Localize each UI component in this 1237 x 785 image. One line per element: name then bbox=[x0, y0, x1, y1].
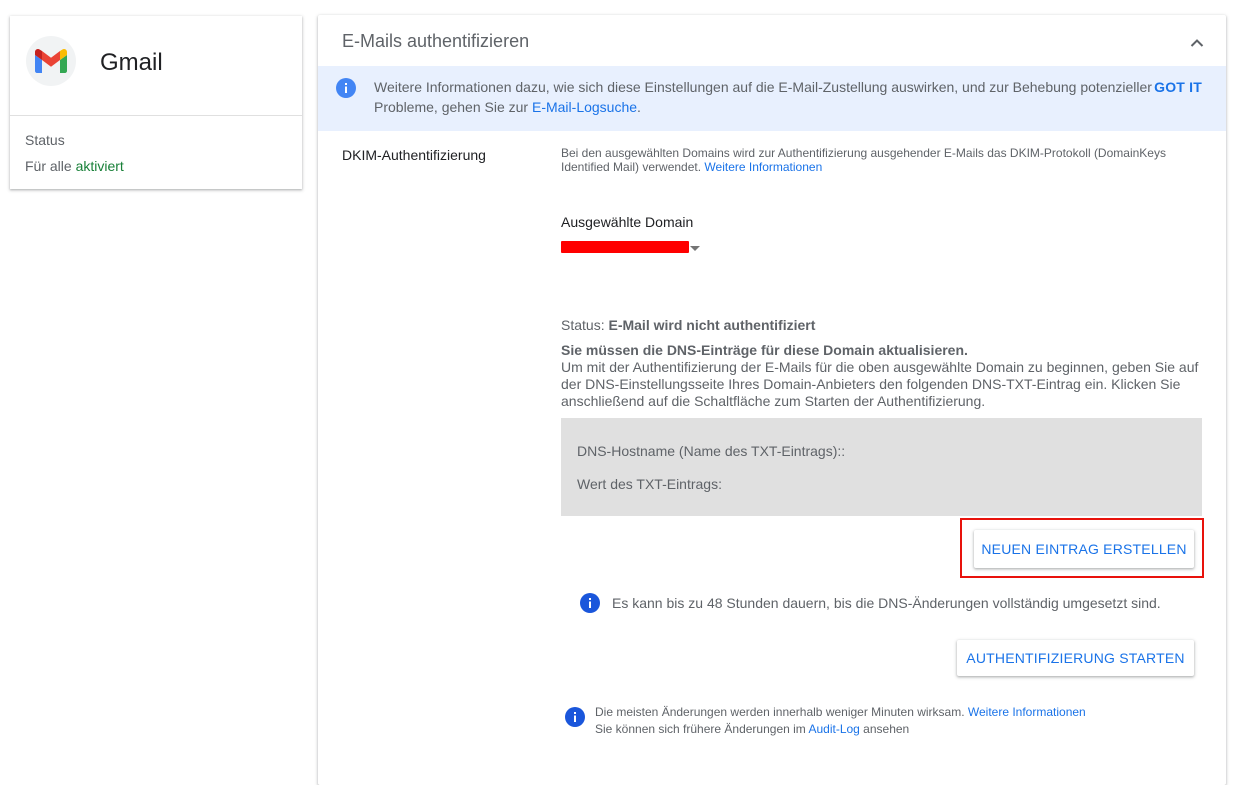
gmail-logo-icon bbox=[35, 49, 67, 73]
gmail-logo bbox=[26, 36, 76, 86]
info-banner: Weitere Informationen dazu, wie sich die… bbox=[318, 66, 1226, 131]
chevron-up-icon bbox=[1190, 38, 1204, 47]
email-log-search-link[interactable]: E-Mail-Logsuche bbox=[532, 99, 637, 115]
banner-text-end: . bbox=[637, 99, 641, 115]
status-enabled: aktiviert bbox=[75, 158, 124, 174]
propagation-note-text: Es kann bis zu 48 Stunden dauern, bis di… bbox=[612, 595, 1161, 611]
dns-instructions: Um mit der Authentifizierung der E-Mails… bbox=[561, 359, 1199, 409]
domain-dropdown[interactable] bbox=[561, 238, 706, 258]
authenticate-email-panel: E-Mails authentifizieren Weitere Informa… bbox=[318, 15, 1226, 785]
got-it-button[interactable]: GOT IT bbox=[1154, 79, 1202, 95]
dns-record-box: DNS-Hostname (Name des TXT-Eintrags):: W… bbox=[561, 418, 1202, 516]
dns-hostname-label: DNS-Hostname (Name des TXT-Eintrags):: bbox=[577, 443, 846, 459]
info-icon bbox=[336, 78, 356, 103]
more-info-link[interactable]: Weitere Informationen bbox=[968, 705, 1086, 719]
dns-update-heading: Sie müssen die DNS-Einträge für diese Do… bbox=[561, 342, 968, 358]
collapse-button[interactable] bbox=[1186, 31, 1208, 53]
changes-note-line2-end: ansehen bbox=[859, 722, 910, 736]
changes-note-text: Die meisten Änderungen werden innerhalb … bbox=[595, 704, 1195, 738]
selected-domain-label: Ausgewählte Domain bbox=[561, 214, 694, 230]
info-icon bbox=[580, 593, 600, 613]
panel-header: E-Mails authentifizieren bbox=[318, 15, 1226, 67]
app-summary-card: Gmail Status Für alle aktiviert bbox=[10, 16, 302, 189]
learn-more-link[interactable]: Weitere Informationen bbox=[704, 160, 822, 174]
create-new-record-button[interactable]: NEUEN EINTRAG ERSTELLEN bbox=[974, 530, 1194, 568]
banner-text: Weitere Informationen dazu, wie sich die… bbox=[374, 77, 1154, 117]
app-header: Gmail bbox=[10, 16, 302, 116]
dns-value-label: Wert des TXT-Eintrags: bbox=[577, 476, 722, 492]
section-label-dkim: DKIM-Authentifizierung bbox=[342, 147, 486, 163]
dkim-description: Bei den ausgewählten Domains wird zur Au… bbox=[561, 146, 1181, 174]
propagation-note: Es kann bis zu 48 Stunden dauern, bis di… bbox=[580, 593, 1161, 613]
redacted-domain bbox=[561, 241, 689, 253]
changes-note-line1: Die meisten Änderungen werden innerhalb … bbox=[595, 705, 968, 719]
status-label: Status bbox=[25, 132, 65, 148]
changes-note-line2: Sie können sich frühere Änderungen im bbox=[595, 722, 809, 736]
audit-log-link[interactable]: Audit-Log bbox=[808, 722, 859, 736]
info-icon bbox=[565, 707, 585, 732]
dkim-description-text: Bei den ausgewählten Domains wird zur Au… bbox=[561, 146, 1166, 174]
status-prefix: Für alle bbox=[25, 158, 72, 174]
auth-status-label: Status: bbox=[561, 317, 605, 333]
auth-status: Status: E-Mail wird nicht authentifizier… bbox=[561, 317, 815, 333]
dropdown-arrow-icon bbox=[690, 246, 700, 251]
banner-text-main: Weitere Informationen dazu, wie sich die… bbox=[374, 79, 1152, 115]
auth-status-value: E-Mail wird nicht authentifiziert bbox=[608, 317, 816, 333]
app-name: Gmail bbox=[100, 49, 163, 76]
start-authentication-button[interactable]: AUTHENTIFIZIERUNG STARTEN bbox=[957, 640, 1194, 676]
panel-title: E-Mails authentifizieren bbox=[342, 31, 530, 51]
status-value: Für alle aktiviert bbox=[25, 158, 124, 174]
